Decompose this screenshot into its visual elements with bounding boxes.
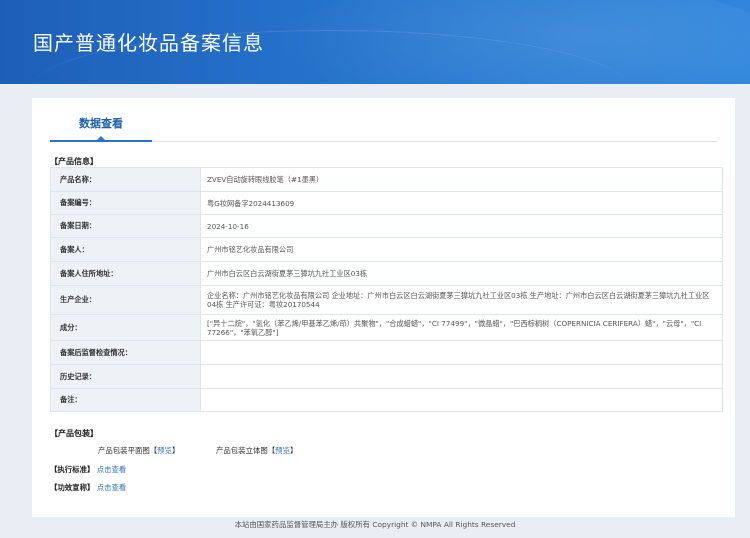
row-label: 备案人： <box>50 237 201 262</box>
row-label: 成分： <box>50 314 201 341</box>
product-name-value: ZVEV自动旋转眼线胶笔（#1墨黑） <box>200 167 723 192</box>
ingredients-value: ["异十二烷"，"氢化（苯乙烯/甲基苯乙烯/茚）共聚物"，"合成蜡蜡"，"CI … <box>200 314 723 341</box>
history-value <box>200 364 723 389</box>
registrant-value: 广州市铭艺化妆品有限公司 <box>200 237 723 262</box>
row-label: 备案日期： <box>50 214 201 238</box>
tab-data-view-label: 数据查看 <box>79 117 123 130</box>
product-info-table: 产品名称： ZVEV自动旋转眼线胶笔（#1墨黑） 备案编号： 粤G妆网备字202… <box>50 167 723 412</box>
packaging-solid-item: 产品包装立体图【预览】 <box>216 445 297 456</box>
page-title: 国产普通化妆品备案信息 <box>33 31 264 55</box>
record-date-value: 2024-10-16 <box>200 214 723 238</box>
row-label: 备案编号： <box>50 191 201 215</box>
row-label: 产品名称： <box>50 167 201 192</box>
manufacturer-value: 企业名称：广州市铭艺化妆品有限公司 企业地址：广州市白云区白云湖街夏茅三獐坑九社… <box>200 285 723 315</box>
inspection-value <box>200 340 723 365</box>
table-row: 备案后监督检查情况： <box>50 340 723 365</box>
packaging-flat-preview-link[interactable]: 预览 <box>157 446 172 455</box>
row-label: 备注： <box>50 388 201 412</box>
row-label: 备案后监督检查情况： <box>50 340 201 365</box>
standard-view-link[interactable]: 点击查看 <box>97 465 127 474</box>
remarks-value <box>200 388 723 412</box>
table-row: 备案人： 广州市铭艺化妆品有限公司 <box>50 237 723 262</box>
registrant-address-value: 广州市白云区白云湖街夏茅三獐坑九社工业区03栋 <box>200 261 723 286</box>
product-info-title: 【产品信息】 <box>50 157 98 166</box>
efficacy-label: 【功效宣称】 <box>50 483 95 492</box>
page-header: 国产普通化妆品备案信息 <box>0 0 750 84</box>
row-label: 备案人住所地址： <box>50 261 201 286</box>
packaging-flat-item: 产品包装平面图【预览】 <box>98 445 179 456</box>
tab-data-view[interactable]: 数据查看 <box>50 114 152 142</box>
packaging-solid-label: 产品包装立体图 <box>216 446 268 455</box>
bracket-close: 】 <box>289 446 298 455</box>
table-row: 成分： ["异十二烷"，"氢化（苯乙烯/甲基苯乙烯/茚）共聚物"，"合成蜡蜡"，… <box>50 314 723 341</box>
bracket-close: 】 <box>171 446 180 455</box>
packaging-title: 【产品包装】 <box>50 429 98 438</box>
table-row: 备案编号： 粤G妆网备字2024413609 <box>50 191 723 215</box>
row-label: 历史记录： <box>50 364 201 389</box>
record-number-value: 粤G妆网备字2024413609 <box>200 191 723 215</box>
table-row: 备案日期： 2024-10-16 <box>50 214 723 238</box>
table-row: 历史记录： <box>50 364 723 389</box>
table-row: 备注： <box>50 388 723 412</box>
tab-bar: 数据查看 <box>50 114 717 142</box>
tab-active-caret-icon <box>96 136 106 141</box>
packaging-flat-label: 产品包装平面图 <box>98 446 150 455</box>
table-row: 备案人住所地址： 广州市白云区白云湖街夏茅三獐坑九社工业区03栋 <box>50 261 723 286</box>
page-footer: 本站由国家药品监督管理局主办 版权所有 Copyright © NMPA All… <box>234 520 516 529</box>
standard-label: 【执行标准】 <box>50 465 95 474</box>
table-row: 生产企业： 企业名称：广州市铭艺化妆品有限公司 企业地址：广州市白云区白云湖街夏… <box>50 285 723 315</box>
efficacy-view-link[interactable]: 点击查看 <box>97 483 127 492</box>
packaging-solid-preview-link[interactable]: 预览 <box>275 446 290 455</box>
table-row: 产品名称： ZVEV自动旋转眼线胶笔（#1墨黑） <box>50 167 723 192</box>
content-card: 数据查看 【产品信息】 产品名称： ZVEV自动旋转眼线胶笔（#1墨黑） 备案编… <box>32 98 735 517</box>
row-label: 生产企业： <box>50 285 201 315</box>
efficacy-row: 【功效宣称】 点击查看 <box>50 482 126 493</box>
standard-row: 【执行标准】 点击查看 <box>50 464 126 475</box>
